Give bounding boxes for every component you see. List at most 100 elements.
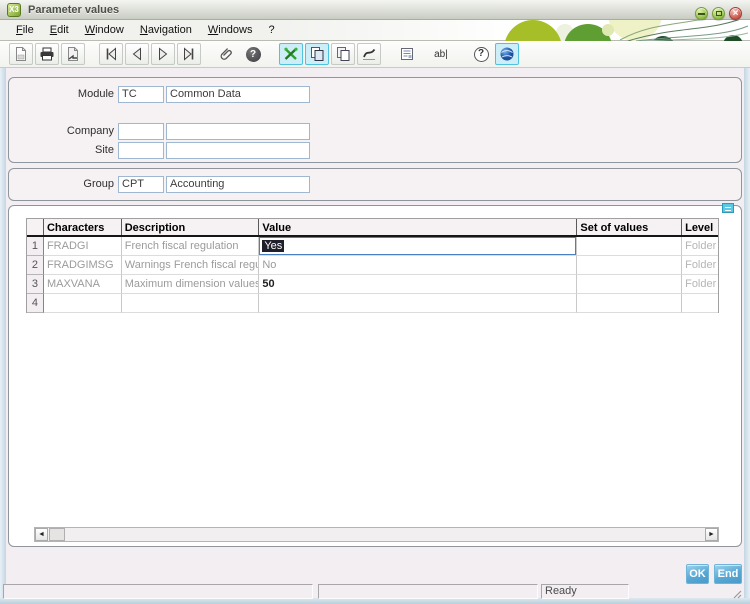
header-value[interactable]: Value: [259, 219, 577, 235]
minimize-button[interactable]: [695, 7, 708, 20]
value-cell[interactable]: [259, 294, 577, 313]
header-description[interactable]: Description: [122, 219, 260, 235]
web-button[interactable]: [495, 43, 519, 65]
header-characters[interactable]: Characters: [44, 219, 122, 235]
header-level[interactable]: Level: [682, 219, 718, 235]
set-of-values-cell[interactable]: [577, 294, 682, 313]
menu-help[interactable]: ?: [261, 22, 283, 38]
end-button[interactable]: End: [714, 564, 742, 584]
menu-edit[interactable]: Edit: [42, 22, 77, 38]
about-button[interactable]: ?: [241, 43, 265, 65]
site-name-field[interactable]: [166, 142, 310, 159]
last-record-icon: [181, 46, 197, 62]
level-cell: Folder: [682, 256, 718, 275]
row-number[interactable]: 1: [27, 237, 44, 256]
signature-button[interactable]: [357, 43, 381, 65]
characters-cell[interactable]: FRADGIMSG: [44, 256, 122, 275]
menu-file[interactable]: File: [8, 22, 42, 38]
detach-grid-icon[interactable]: [722, 203, 734, 213]
scroll-left-arrow-icon[interactable]: ◄: [35, 528, 48, 541]
rename-icon: ab|: [434, 49, 448, 60]
signature-icon: [361, 46, 377, 62]
report-button[interactable]: [395, 43, 419, 65]
row-number[interactable]: 2: [27, 256, 44, 275]
level-cell: Folder: [682, 237, 718, 256]
company-code-field[interactable]: [118, 123, 164, 140]
status-ready: Ready: [541, 584, 629, 599]
menu-navigation[interactable]: Navigation: [132, 22, 200, 38]
close-button[interactable]: ×: [729, 7, 742, 20]
new-record-button[interactable]: [9, 43, 33, 65]
save-button[interactable]: [61, 43, 85, 65]
next-record-button[interactable]: [151, 43, 175, 65]
company-name-field[interactable]: [166, 123, 310, 140]
module-code-field[interactable]: TC: [118, 86, 164, 103]
maximize-button[interactable]: [712, 7, 725, 20]
title-bar: X3 Parameter values: [0, 0, 750, 20]
table-row: 3 MAXVANA Maximum dimension values 50 Fo…: [27, 275, 718, 294]
set-of-values-cell[interactable]: [577, 237, 682, 256]
last-record-button[interactable]: [177, 43, 201, 65]
company-label: Company: [9, 125, 114, 137]
characters-cell[interactable]: [44, 294, 122, 313]
module-label: Module: [9, 88, 114, 100]
menu-bar: File Edit Window Navigation Windows ?: [0, 20, 750, 41]
ok-button[interactable]: OK: [686, 564, 709, 584]
status-segment-1: [3, 584, 313, 599]
description-cell[interactable]: [122, 294, 260, 313]
description-cell[interactable]: Warnings French fiscal regul.: [122, 256, 260, 275]
table-header: Characters Description Value Set of valu…: [27, 219, 718, 237]
web-icon: [499, 46, 515, 62]
status-segment-2: [318, 584, 538, 599]
menu-window[interactable]: Window: [77, 22, 132, 38]
app-window: X3 Parameter values × File Edit Window N…: [0, 0, 750, 604]
previous-record-button[interactable]: [125, 43, 149, 65]
print-button[interactable]: [35, 43, 59, 65]
first-record-button[interactable]: [99, 43, 123, 65]
set-of-values-cell[interactable]: [577, 275, 682, 294]
set-of-values-cell[interactable]: [577, 256, 682, 275]
paste-record-icon: [335, 46, 351, 62]
description-cell[interactable]: French fiscal regulation: [122, 237, 260, 256]
site-code-field[interactable]: [118, 142, 164, 159]
row-number[interactable]: 3: [27, 275, 44, 294]
horizontal-scrollbar[interactable]: ◄ ►: [34, 527, 719, 542]
module-name-field[interactable]: Common Data: [166, 86, 310, 103]
scroll-right-arrow-icon[interactable]: ►: [705, 528, 718, 541]
window-edge-right: [744, 20, 750, 604]
minimize-icon: [698, 13, 705, 15]
header-set-of-values[interactable]: Set of values: [577, 219, 682, 235]
close-icon: ×: [733, 9, 739, 19]
description-cell[interactable]: Maximum dimension values: [122, 275, 260, 294]
characters-cell[interactable]: FRADGI: [44, 237, 122, 256]
level-cell: [682, 294, 718, 313]
tools-button[interactable]: [279, 43, 303, 65]
table-panel: Characters Description Value Set of valu…: [8, 205, 742, 547]
next-record-icon: [155, 46, 171, 62]
tools-icon: [283, 46, 299, 62]
copy-record-button[interactable]: [305, 43, 329, 65]
save-icon: [65, 46, 81, 62]
characters-cell[interactable]: MAXVANA: [44, 275, 122, 294]
resize-grip[interactable]: [732, 589, 742, 599]
rename-button[interactable]: ab|: [429, 43, 453, 65]
menu-windows[interactable]: Windows: [200, 22, 261, 38]
site-label: Site: [9, 144, 114, 156]
window-edge-left: [0, 20, 6, 604]
level-cell: Folder: [682, 275, 718, 294]
paste-record-button[interactable]: [331, 43, 355, 65]
group-code-field[interactable]: CPT: [118, 176, 164, 193]
value-cell-focused[interactable]: Yes: [259, 237, 577, 256]
row-number[interactable]: 4: [27, 294, 44, 313]
status-bar: Ready: [0, 584, 750, 599]
value-cell[interactable]: No: [259, 256, 577, 275]
attachment-button[interactable]: [215, 43, 239, 65]
selection-panel: Module TC Common Data Company Site: [8, 77, 742, 163]
scrollbar-thumb[interactable]: [49, 528, 65, 541]
help-button[interactable]: ?: [469, 43, 493, 65]
table-row: 4: [27, 294, 718, 313]
attachment-icon: [219, 46, 235, 62]
group-name-field[interactable]: Accounting: [166, 176, 310, 193]
value-cell[interactable]: 50: [259, 275, 577, 294]
selected-value-text: Yes: [262, 240, 284, 252]
